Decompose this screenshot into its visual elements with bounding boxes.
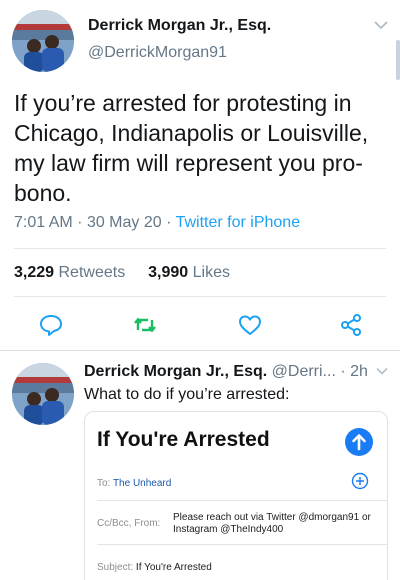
tweet-meta: 7:01 AM · 30 May 20 · Twitter for iPhone (14, 214, 300, 232)
share-icon (341, 314, 361, 336)
email-subject-row: Subject: If You're Arrested (97, 562, 377, 573)
email-to-row: To: The Unheard (97, 478, 377, 489)
retweet-icon (134, 317, 156, 333)
tweet-text: What to do if you’re arrested: (84, 386, 290, 403)
tweet-stats: 3,229 Retweets 3,990 Likes (14, 264, 230, 282)
author-avatar[interactable] (12, 363, 74, 425)
subject-value: If You're Arrested (135, 562, 212, 573)
cc-label: Cc/Bcc, From: (97, 518, 161, 529)
tweet-age: 2h (350, 363, 368, 380)
author-avatar[interactable] (12, 10, 74, 72)
meta-separator: · (77, 214, 83, 231)
retweets-label[interactable]: Retweets (59, 264, 126, 281)
retweet-button[interactable] (132, 312, 158, 338)
chevron-down-icon[interactable] (374, 20, 388, 30)
divider (97, 544, 387, 545)
to-value: The Unheard (112, 478, 172, 489)
retweets-count[interactable]: 3,229 (14, 264, 54, 281)
chevron-down-icon[interactable] (376, 367, 388, 375)
avatar-photo-icon (12, 363, 74, 425)
add-recipient-button (351, 472, 369, 490)
email-screenshot-card[interactable]: If You're Arrested To: The Unheard Cc/Bc… (84, 411, 388, 580)
author-handle[interactable]: @Derri... (272, 363, 336, 380)
meta-separator: · (340, 363, 346, 380)
send-button (345, 428, 373, 456)
divider (14, 296, 386, 297)
subject-label: Subject: (97, 562, 134, 573)
author-name[interactable]: Derrick Morgan Jr., Esq. (84, 363, 267, 380)
author-name[interactable]: Derrick Morgan Jr., Esq. (88, 17, 271, 35)
reply-tweet: Derrick Morgan Jr., Esq. @Derri... · 2h … (0, 351, 400, 580)
email-title: If You're Arrested (97, 428, 270, 451)
reply-icon (40, 315, 62, 336)
likes-label[interactable]: Likes (193, 264, 230, 281)
reply-button[interactable] (38, 312, 64, 338)
avatar-photo-icon (12, 10, 74, 72)
like-button[interactable] (237, 312, 263, 338)
divider (14, 248, 386, 249)
tweet-time: 7:01 AM (14, 214, 73, 231)
like-icon (239, 315, 261, 335)
cc-value: Please reach out via Twitter @dmorgan91 … (173, 512, 371, 535)
tweet-text: If you’re arrested for protesting in Chi… (14, 90, 369, 206)
main-tweet: Derrick Morgan Jr., Esq. @DerrickMorgan9… (0, 0, 400, 350)
reply-header: Derrick Morgan Jr., Esq. @Derri... · 2h (84, 363, 368, 381)
arrow-up-icon (352, 434, 366, 451)
divider (97, 500, 387, 501)
plus-circle-icon (351, 472, 369, 490)
tweet-date: 30 May 20 (86, 214, 162, 231)
share-button[interactable] (338, 312, 364, 338)
to-label: To: (97, 478, 111, 489)
scrollbar[interactable] (396, 40, 400, 80)
author-handle[interactable]: @DerrickMorgan91 (88, 44, 227, 62)
tweet-actions (0, 306, 400, 346)
likes-count[interactable]: 3,990 (148, 264, 188, 281)
meta-separator: · (166, 214, 172, 231)
tweet-source-link[interactable]: Twitter for iPhone (176, 214, 301, 231)
